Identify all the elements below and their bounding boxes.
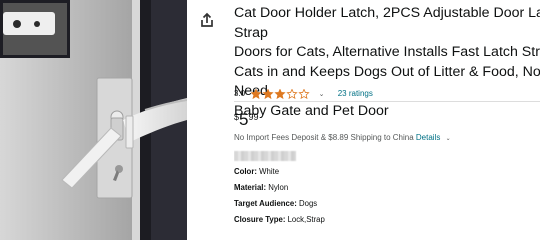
chevron-down-icon[interactable]: ⌄ [319, 89, 325, 101]
price: $599 [234, 109, 259, 131]
share-button[interactable] [199, 12, 215, 28]
shipping-info: No Import Fees Deposit & $8.89 Shipping … [234, 132, 451, 145]
attribute-value: Nylon [266, 183, 289, 192]
attribute-key: Target Audience: [234, 199, 297, 208]
price-symbol: $ [234, 112, 240, 122]
attribute-target-audience: Target Audience: Dogs [234, 198, 317, 209]
attribute-material: Material: Nylon [234, 182, 288, 193]
attribute-key: Closure Type: [234, 215, 286, 224]
chevron-down-icon[interactable]: ⌄ [446, 136, 451, 142]
product-title: Cat Door Holder Latch, 2PCS Adjustable D… [234, 5, 540, 119]
star-icon [251, 89, 310, 99]
attribute-closure-type: Closure Type: Lock,Strap [234, 214, 325, 225]
rating-value: 3.0 [234, 89, 246, 98]
product-image[interactable] [0, 0, 187, 240]
product-details: Cat Door Holder Latch, 2PCS Adjustable D… [234, 0, 540, 240]
price-fraction: 99 [248, 112, 259, 122]
star-rating[interactable] [251, 89, 311, 99]
attribute-key: Color: [234, 167, 257, 176]
share-icon [201, 12, 213, 27]
star-filled-icon [274, 89, 286, 99]
ratings-count-link[interactable]: 23 ratings [338, 88, 373, 100]
attribute-value: Lock,Strap [285, 215, 325, 224]
attribute-color: Color: White [234, 166, 279, 177]
rating-row: 3.0 ⌄ 23 ratings [234, 88, 373, 100]
attribute-value: White [256, 167, 280, 176]
star-empty-icon [298, 89, 310, 99]
product-photo [0, 0, 187, 240]
star-empty-icon [286, 89, 298, 99]
attribute-value: Dogs [296, 199, 318, 208]
attribute-key: Material: [234, 183, 267, 192]
divider [234, 101, 540, 102]
star-filled-icon [251, 89, 262, 99]
shipping-details-link[interactable]: Details [416, 133, 440, 142]
star-filled-icon [262, 89, 274, 99]
shipping-text: No Import Fees Deposit & $8.89 Shipping … [234, 133, 414, 142]
redacted-text [234, 151, 296, 161]
